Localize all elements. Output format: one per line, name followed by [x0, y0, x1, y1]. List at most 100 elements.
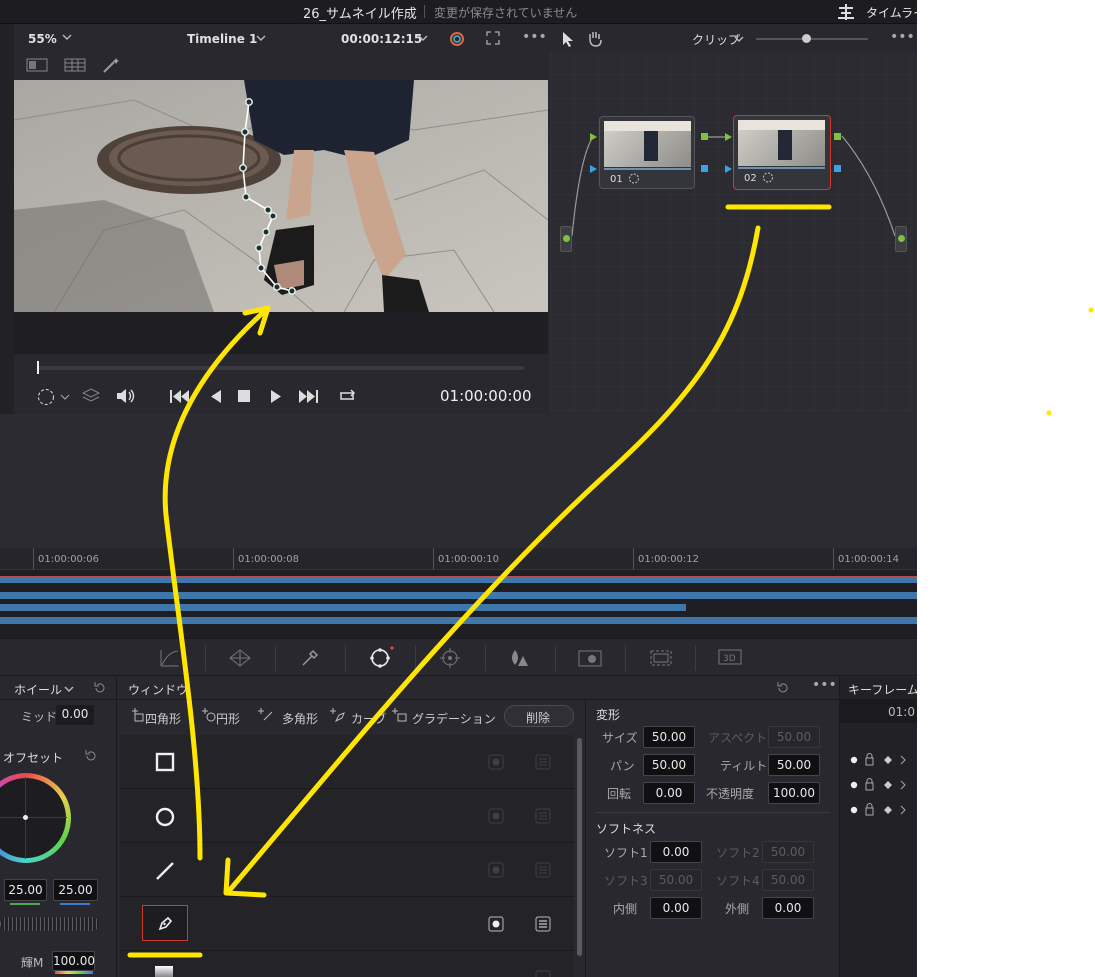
sizing-icon[interactable]	[648, 648, 674, 671]
fullscreen-icon[interactable]	[486, 31, 500, 48]
layers-icon[interactable]	[81, 388, 101, 407]
window-tool-icon[interactable]	[368, 646, 394, 673]
rotate-field[interactable]: 0.00	[643, 782, 695, 804]
master-wheel-jog[interactable]	[0, 917, 99, 931]
wheel-mode-dropdown[interactable]: ホイール	[14, 681, 62, 698]
reset-icon[interactable]	[776, 681, 790, 698]
invert-toggle-icon[interactable]	[488, 916, 504, 935]
delete-button[interactable]: 削除	[504, 705, 574, 727]
lum-mix-field[interactable]: 100.00	[52, 951, 95, 971]
timeline-view-label[interactable]: タイムライン	[866, 4, 917, 21]
soft1-field[interactable]: 0.00	[650, 841, 702, 863]
node-output-alpha[interactable]	[701, 165, 708, 172]
node-output-rgb[interactable]	[701, 133, 708, 140]
reset-icon[interactable]	[84, 749, 98, 766]
loop-icon[interactable]	[336, 388, 358, 407]
node-input-alpha[interactable]	[725, 165, 732, 173]
node-02[interactable]: 02	[733, 115, 831, 190]
chevron-down-icon[interactable]	[256, 32, 266, 46]
rectangle-window-icon[interactable]	[132, 708, 144, 725]
chevron-down-icon[interactable]	[62, 32, 72, 45]
node-input-rgb[interactable]	[725, 133, 732, 141]
scrub-bar[interactable]	[38, 366, 524, 370]
size-field[interactable]: 50.00	[643, 726, 695, 748]
window-row[interactable]	[120, 952, 574, 977]
tracker-icon[interactable]	[439, 647, 461, 672]
curve-pen-icon[interactable]	[330, 708, 346, 725]
color-wheel-icon[interactable]	[448, 30, 466, 51]
mask-toggle-icon[interactable]	[535, 754, 551, 773]
keyframe-track[interactable]	[848, 778, 917, 792]
tilt-field[interactable]: 50.00	[768, 754, 820, 776]
go-to-end-icon[interactable]	[298, 390, 318, 406]
keyframe-track[interactable]	[848, 753, 917, 767]
key-icon[interactable]	[578, 648, 604, 671]
track-clip[interactable]	[0, 604, 686, 611]
split-view-icon[interactable]	[26, 58, 48, 75]
window-row[interactable]	[120, 735, 574, 789]
outer-field[interactable]: 0.00	[762, 897, 814, 919]
viewer-image[interactable]	[14, 80, 548, 312]
node-output-alpha[interactable]	[834, 165, 841, 172]
inner-field[interactable]: 0.00	[650, 897, 702, 919]
play-reverse-icon[interactable]	[210, 390, 222, 406]
window-row[interactable]	[120, 790, 574, 843]
window-list-scrollbar[interactable]	[577, 738, 582, 956]
go-to-start-icon[interactable]	[170, 390, 190, 406]
more-options-icon[interactable]: •••	[812, 677, 837, 693]
blur-icon[interactable]	[508, 648, 532, 671]
tool-curve[interactable]: カーブ	[351, 710, 386, 727]
node-editor[interactable]: クリップ ••• 01 02	[550, 26, 917, 414]
source-connector[interactable]	[560, 226, 572, 252]
zoom-dropdown[interactable]: 55%	[28, 32, 57, 46]
gallery-grid-icon[interactable]	[64, 58, 86, 75]
3d-icon[interactable]: 3D	[718, 649, 742, 668]
mask-toggle-icon[interactable]	[535, 808, 551, 827]
timeline-view-icon[interactable]	[836, 3, 856, 21]
soft3-field[interactable]: 50.00	[650, 869, 702, 891]
polygon-window-icon[interactable]	[258, 708, 274, 725]
play-icon[interactable]	[270, 390, 282, 406]
curves-icon[interactable]	[160, 649, 180, 670]
reset-icon[interactable]	[93, 681, 107, 698]
tool-polygon[interactable]: 多角形	[282, 710, 318, 727]
magic-wand-icon[interactable]	[102, 56, 122, 77]
offset-value-2[interactable]: 25.00	[53, 879, 98, 901]
timeline-name[interactable]: Timeline 1	[187, 32, 257, 46]
opacity-field[interactable]: 100.00	[768, 782, 820, 804]
qualifier-eyedropper-icon[interactable]	[300, 648, 320, 671]
keyframe-track[interactable]	[848, 803, 917, 817]
aspect-field[interactable]: 50.00	[768, 726, 820, 748]
invert-toggle-icon[interactable]	[488, 862, 504, 881]
node-output-rgb[interactable]	[834, 133, 841, 140]
stop-icon[interactable]	[238, 390, 250, 405]
mask-toggle-icon[interactable]	[535, 862, 551, 881]
offset-value-1[interactable]: 25.00	[4, 879, 47, 901]
mid-field[interactable]: 0.00	[56, 705, 94, 725]
window-row[interactable]	[120, 844, 574, 897]
output-connector[interactable]	[895, 226, 907, 252]
circle-window-icon[interactable]	[202, 708, 216, 725]
playhead[interactable]	[37, 361, 39, 374]
soft2-field[interactable]: 50.00	[762, 841, 814, 863]
node-01[interactable]: 01	[599, 116, 695, 189]
tool-gradient[interactable]: グラデーション	[412, 710, 496, 727]
track-clip[interactable]	[0, 617, 917, 624]
invert-toggle-icon[interactable]	[488, 808, 504, 827]
invert-toggle-icon[interactable]	[488, 754, 504, 773]
window-row-active[interactable]	[120, 898, 574, 951]
window-mask-icon[interactable]	[36, 388, 70, 409]
tool-rectangle[interactable]: 四角形	[145, 710, 181, 727]
mini-timeline[interactable]: 01:00:00:06 01:00:00:08 01:00:00:10 01:0…	[0, 548, 917, 638]
offset-color-wheel[interactable]	[0, 773, 71, 863]
chevron-down-icon[interactable]	[418, 32, 428, 46]
warper-icon[interactable]	[229, 649, 251, 670]
track-clip[interactable]	[0, 576, 917, 583]
pen-window-button[interactable]	[142, 905, 188, 941]
source-timecode[interactable]: 00:00:12:15	[341, 32, 422, 46]
mask-toggle-icon[interactable]	[535, 968, 551, 977]
pan-field[interactable]: 50.00	[643, 754, 695, 776]
gradient-window-icon[interactable]	[392, 708, 408, 725]
track-clip[interactable]	[0, 592, 917, 599]
soft4-field[interactable]: 50.00	[762, 869, 814, 891]
